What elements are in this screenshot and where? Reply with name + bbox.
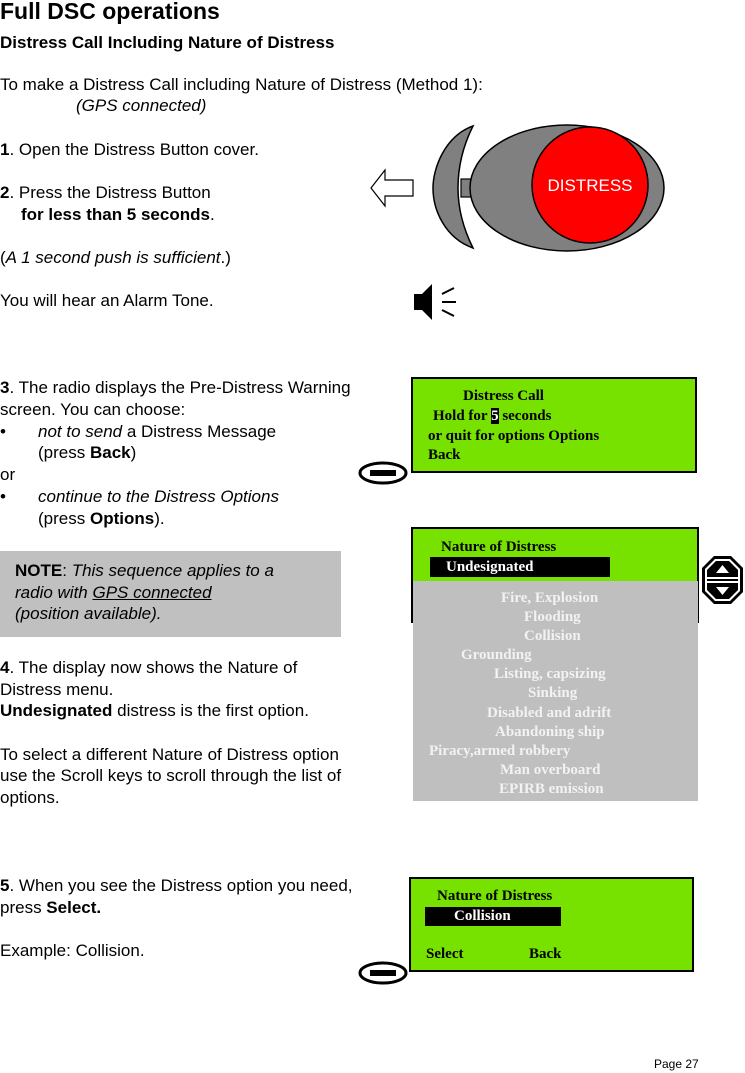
- hold-suffix: seconds: [498, 408, 552, 424]
- step-4-line-1: 4. The display now shows the Nature of: [0, 657, 297, 678]
- note-text: This sequence applies to a: [71, 561, 274, 580]
- nature-options-list: Fire, Explosion Flooding Collision Groun…: [413, 581, 698, 801]
- step-1: 1. Open the Distress Button cover.: [0, 139, 259, 160]
- step-text: . Press the Distress Button: [9, 183, 211, 202]
- page-number: Page 27: [654, 1057, 699, 1071]
- press-prefix: press: [0, 898, 47, 917]
- menu-title: Nature of Distress: [437, 888, 553, 904]
- paren-close: .): [220, 248, 231, 267]
- menu-option[interactable]: Abandoning ship: [495, 724, 605, 741]
- intro-text: To make a Distress Call including Nature…: [0, 75, 483, 94]
- alarm-text: You will hear an Alarm Tone.: [0, 291, 214, 310]
- menu-option[interactable]: Fire, Explosion: [501, 590, 598, 607]
- scroll-keys-icon[interactable]: [700, 554, 745, 606]
- key-back: Back: [89, 443, 131, 462]
- step-text: distress is the first option.: [112, 701, 309, 720]
- option-not-send: not to send: [38, 422, 123, 441]
- lcd-nature-selected-screen: Nature of Distress Collision Select Back: [409, 877, 694, 972]
- step-4-para-2-line-1: To select a different Nature of Distress…: [0, 745, 339, 764]
- note-box: NOTE: This sequence applies to a radio w…: [0, 551, 341, 637]
- menu-option[interactable]: Listing, capsizing: [494, 666, 606, 683]
- step-4-line-3: Undesignated distress is the first optio…: [0, 700, 309, 721]
- distress-button-label: DISTRESS: [547, 176, 632, 195]
- screen-title: Distress Call: [463, 388, 544, 404]
- menu-option[interactable]: Sinking: [528, 685, 577, 702]
- options-line: or quit for options Options: [428, 428, 600, 444]
- note-text: radio with: [15, 583, 93, 602]
- press-prefix: (press: [38, 443, 90, 462]
- press-back-hint: (press Back): [38, 442, 136, 463]
- option-continue: continue to the Distress Options: [38, 487, 279, 506]
- page-title: Full DSC operations: [0, 0, 220, 24]
- undesignated-term: Undesignated: [0, 701, 113, 720]
- gps-connected-link: GPS connected: [92, 583, 212, 602]
- intro-gps-note: (GPS connected): [76, 96, 207, 115]
- step-4-para-2-line-3: options.: [0, 788, 60, 807]
- note-line-2: radio with GPS connected: [15, 582, 212, 603]
- distress-button-illustration: DISTRESS: [370, 124, 665, 252]
- menu-option[interactable]: Grounding: [461, 647, 532, 664]
- countdown-value: 5: [491, 408, 499, 424]
- softkey-icon[interactable]: [357, 460, 409, 486]
- paren-close: ): [130, 443, 137, 462]
- speaker-alarm-icon: [414, 284, 456, 320]
- or-text: or: [0, 465, 16, 484]
- step-3-line-1: 3. The radio displays the Pre-Distress W…: [0, 377, 351, 398]
- note-line-3: (position available).: [15, 604, 162, 623]
- step-4-para-2-line-2: use the Scroll keys to scroll through th…: [0, 766, 342, 785]
- menu-option[interactable]: Man overboard: [500, 762, 600, 779]
- step-text: . The display now shows the Nature of: [9, 658, 298, 677]
- press-prefix: (press: [38, 509, 90, 528]
- step-2: 2. Press the Distress Button: [0, 182, 211, 203]
- step-text: . When you see the Distress option you n…: [9, 876, 353, 895]
- step-text: . The radio displays the Pre-Distress Wa…: [9, 378, 351, 397]
- menu-option[interactable]: Disabled and adrift: [487, 705, 611, 722]
- menu-title: Nature of Distress: [441, 539, 557, 555]
- push-note: (A 1 second push is sufficient.): [0, 247, 231, 268]
- step-5-line-2: press Select.: [0, 897, 101, 918]
- lcd-pre-distress-screen: Distress Call Hold for 5 seconds or quit…: [411, 377, 697, 473]
- key-select: Select.: [46, 898, 102, 917]
- press-options-hint: (press Options).: [38, 508, 165, 529]
- step-5-line-1: 5. When you see the Distress option you …: [0, 875, 353, 896]
- bullet-icon: •: [0, 487, 6, 506]
- example-text: Example: Collision.: [0, 941, 145, 960]
- push-note-text: A 1 second push is sufficient: [5, 248, 221, 267]
- softkey-back-label: Back: [428, 447, 461, 463]
- menu-option[interactable]: Piracy,armed robbery: [429, 743, 570, 760]
- menu-selected-option[interactable]: Undesignated: [430, 557, 610, 577]
- bullet-icon: •: [0, 422, 6, 441]
- arrow-left-icon: [370, 168, 414, 208]
- key-options: Options: [89, 509, 155, 528]
- distress-button[interactable]: DISTRESS: [531, 126, 649, 244]
- duration-emphasis: for less than 5 seconds: [21, 205, 210, 224]
- selected-option[interactable]: Collision: [425, 907, 561, 926]
- section-title: Distress Call Including Nature of Distre…: [0, 33, 335, 52]
- step-2-duration: for less than 5 seconds.: [21, 204, 215, 225]
- note-label: NOTE: [15, 561, 63, 580]
- paren-close: ).: [154, 509, 165, 528]
- menu-option[interactable]: Flooding: [524, 609, 581, 626]
- softkey-icon[interactable]: [357, 960, 409, 986]
- softkey-select-label[interactable]: Select: [426, 946, 463, 963]
- step-3-line-2: screen. You can choose:: [0, 400, 186, 419]
- note-line-1: NOTE: This sequence applies to a: [15, 560, 274, 581]
- note-colon: :: [62, 561, 72, 580]
- menu-option[interactable]: EPIRB emission: [499, 781, 604, 798]
- step-4-line-2: Distress menu.: [0, 680, 114, 699]
- period: .: [209, 205, 215, 224]
- option-not-send-rest: a Distress Message: [122, 422, 277, 441]
- hold-prefix: Hold for: [433, 408, 492, 424]
- step-text: . Open the Distress Button cover.: [9, 140, 259, 159]
- menu-option[interactable]: Collision: [524, 628, 581, 645]
- softkey-back-label[interactable]: Back: [529, 946, 562, 963]
- hold-instruction: Hold for 5 seconds: [433, 408, 552, 425]
